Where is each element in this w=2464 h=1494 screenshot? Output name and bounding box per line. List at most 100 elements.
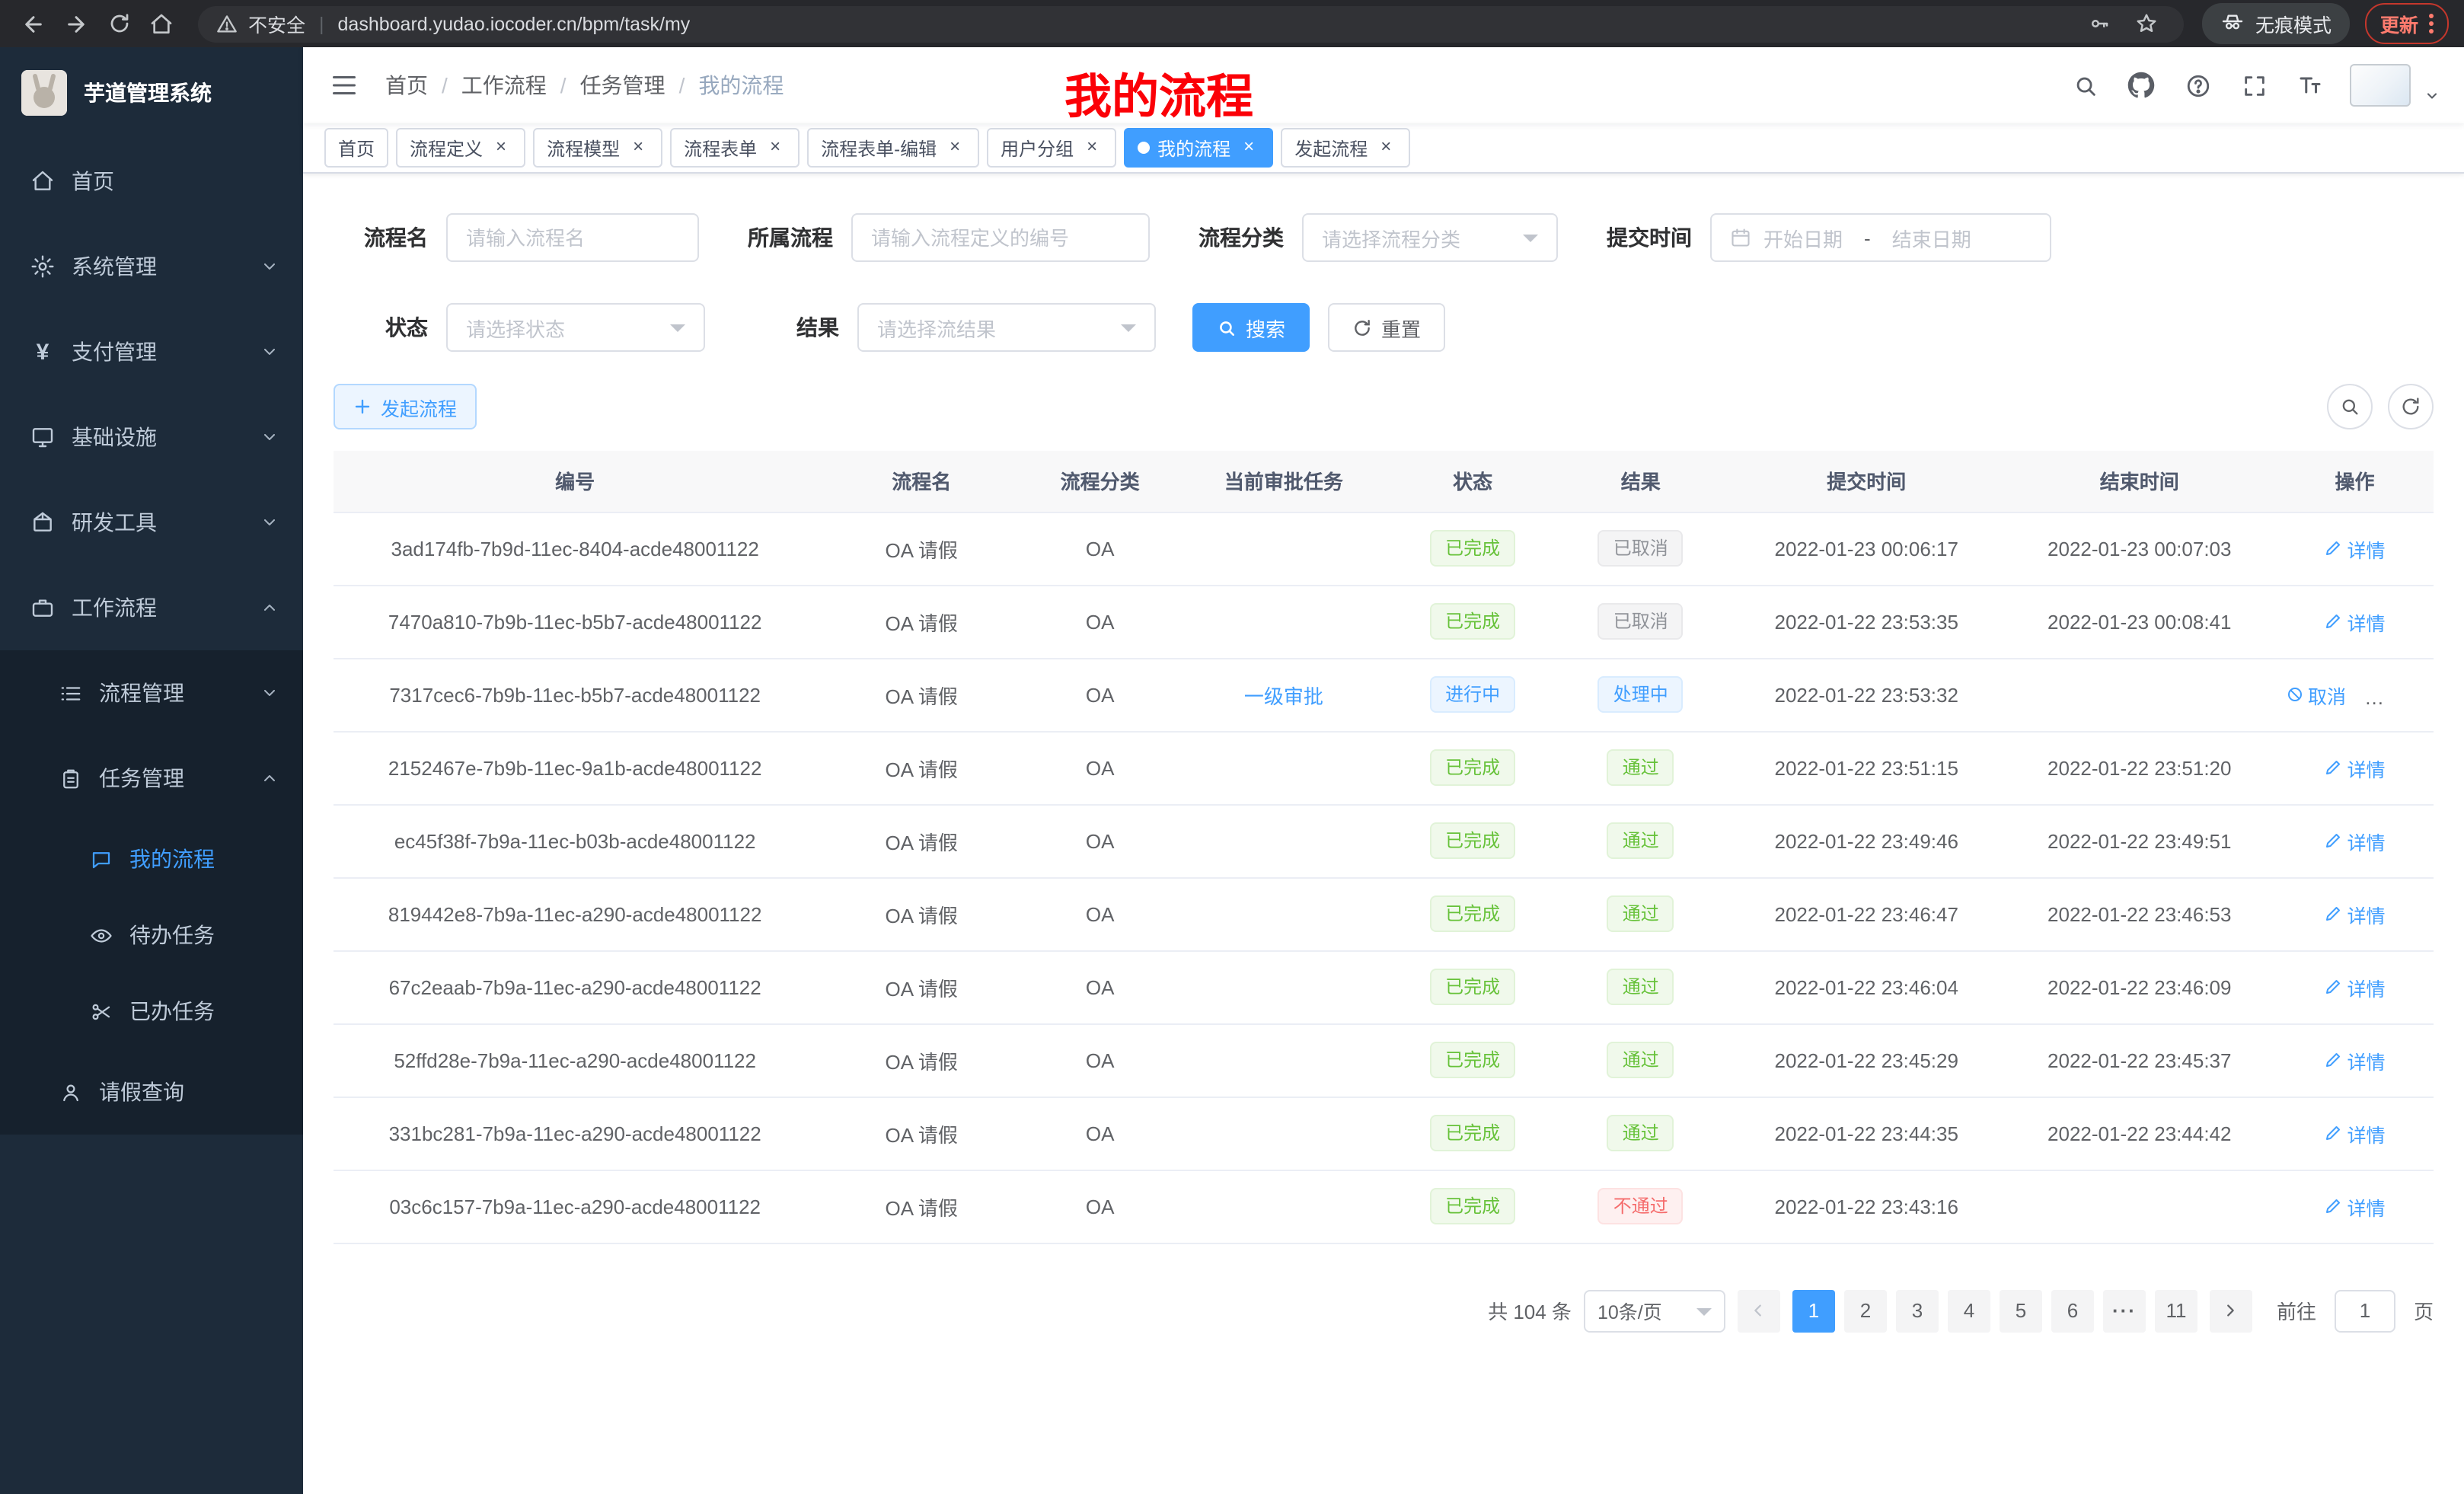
detail-action-link[interactable]: 详情 bbox=[2325, 972, 2386, 1001]
result-select[interactable]: 请选择流结果 bbox=[857, 303, 1156, 352]
toggle-search-button[interactable] bbox=[2327, 384, 2373, 429]
font-size-icon[interactable] bbox=[2293, 69, 2327, 102]
detail-action-link[interactable]: 详情 bbox=[2325, 607, 2386, 636]
tab-my-process[interactable]: 我的流程× bbox=[1124, 128, 1273, 168]
date-range-picker[interactable]: 开始日期 - 结束日期 bbox=[1710, 213, 2051, 262]
github-icon[interactable] bbox=[2124, 69, 2158, 102]
pager-page-2[interactable]: 2 bbox=[1844, 1289, 1887, 1332]
forward-icon[interactable] bbox=[58, 5, 94, 42]
reload-icon[interactable] bbox=[101, 5, 137, 42]
page-size-select[interactable]: 10条/页 bbox=[1584, 1289, 1725, 1332]
close-icon[interactable]: × bbox=[490, 137, 512, 158]
sidebar-item-infrastructure[interactable]: 基础设施 bbox=[0, 394, 303, 480]
detail-action-link[interactable]: 详情 bbox=[2325, 826, 2386, 855]
sidebar-item-task-mgmt[interactable]: 任务管理 bbox=[0, 736, 303, 821]
sidebar-item-devtools[interactable]: 研发工具 bbox=[0, 480, 303, 565]
start-process-button[interactable]: 发起流程 bbox=[334, 384, 477, 429]
table-toolbar: 发起流程 bbox=[334, 384, 2434, 429]
cell-submit-time: 2022-01-22 23:46:47 bbox=[1730, 877, 2003, 950]
caret-down-icon[interactable] bbox=[2424, 84, 2440, 108]
cell-actions: 详情 bbox=[2276, 585, 2434, 658]
browser-menu-icon[interactable] bbox=[2429, 14, 2434, 34]
app-title: 芋道管理系统 bbox=[84, 78, 212, 108]
result-badge: 已取消 bbox=[1598, 603, 1684, 640]
reset-button[interactable]: 重置 bbox=[1328, 303, 1445, 352]
close-icon[interactable]: × bbox=[944, 137, 965, 158]
sidebar-item-system[interactable]: 系统管理 bbox=[0, 224, 303, 309]
detail-action-link[interactable]: 详情 bbox=[2325, 899, 2386, 928]
pager-page-1[interactable]: 1 bbox=[1792, 1289, 1835, 1332]
back-icon[interactable] bbox=[15, 5, 52, 42]
sidebar-item-home[interactable]: 首页 bbox=[0, 139, 303, 224]
address-bar[interactable]: 不安全 | dashboard.yudao.iocoder.cn/bpm/tas… bbox=[198, 5, 2184, 42]
goto-page-input[interactable] bbox=[2335, 1289, 2395, 1332]
help-icon[interactable] bbox=[2181, 69, 2214, 102]
sidebar-item-payment[interactable]: ¥ 支付管理 bbox=[0, 309, 303, 394]
close-icon[interactable]: × bbox=[1081, 137, 1103, 158]
sidebar-item-my-process[interactable]: 我的流程 bbox=[0, 821, 303, 897]
sidebar-toggle-icon[interactable] bbox=[327, 69, 361, 102]
close-icon[interactable]: × bbox=[764, 137, 786, 158]
tab-home[interactable]: 首页 bbox=[324, 128, 388, 168]
tab-start-process[interactable]: 发起流程× bbox=[1281, 128, 1410, 168]
detail-action-link[interactable]: 详情 bbox=[2325, 1045, 2386, 1074]
search-button[interactable]: 搜索 bbox=[1192, 303, 1310, 352]
browser-chrome: 不安全 | dashboard.yudao.iocoder.cn/bpm/tas… bbox=[0, 0, 2464, 47]
fullscreen-icon[interactable] bbox=[2237, 69, 2271, 102]
app-logo[interactable]: 芋道管理系统 bbox=[0, 47, 303, 139]
pager-page-11[interactable]: 11 bbox=[2155, 1289, 2197, 1332]
pager-page-6[interactable]: 6 bbox=[2051, 1289, 2094, 1332]
tab-process-form-edit[interactable]: 流程表单-编辑× bbox=[807, 128, 979, 168]
pager-page-5[interactable]: 5 bbox=[2000, 1289, 2042, 1332]
filter-row-1: 流程名 所属流程 流程分类 请选择流程分类 bbox=[334, 213, 2434, 262]
breadcrumb-home[interactable]: 首页 bbox=[385, 70, 428, 101]
detail-action-link[interactable]: 详情 bbox=[2325, 1119, 2386, 1148]
category-select[interactable]: 请选择流程分类 bbox=[1302, 213, 1558, 262]
cell-category: OA bbox=[1026, 804, 1173, 877]
cell-current-task bbox=[1173, 950, 1394, 1023]
breadcrumb-workflow[interactable]: 工作流程 bbox=[461, 70, 547, 101]
breadcrumb-separator: / bbox=[679, 73, 685, 97]
process-table-body: 3ad174fb-7b9d-11ec-8404-acde48001122OA 请… bbox=[334, 512, 2434, 1243]
search-icon bbox=[1217, 318, 1237, 337]
tab-process-model[interactable]: 流程模型× bbox=[533, 128, 662, 168]
security-label[interactable]: 不安全 bbox=[248, 9, 305, 38]
current-task-link[interactable]: 一级审批 bbox=[1244, 685, 1323, 707]
eye-icon bbox=[88, 923, 113, 947]
search-icon[interactable] bbox=[2068, 69, 2102, 102]
cancel-action-link[interactable]: 取消 bbox=[2285, 680, 2346, 709]
update-button[interactable]: 更新 bbox=[2365, 3, 2449, 44]
url-text[interactable]: dashboard.yudao.iocoder.cn/bpm/task/my bbox=[338, 13, 691, 34]
sidebar-item-leave-query[interactable]: 请假查询 bbox=[0, 1049, 303, 1135]
close-icon[interactable]: × bbox=[1238, 137, 1259, 158]
prev-page-button[interactable] bbox=[1738, 1289, 1780, 1332]
close-icon[interactable]: × bbox=[627, 137, 649, 158]
tab-process-definition[interactable]: 流程定义× bbox=[396, 128, 525, 168]
refresh-table-button[interactable] bbox=[2388, 384, 2434, 429]
detail-action-link[interactable]: 详情 bbox=[2325, 534, 2386, 563]
process-name-input[interactable] bbox=[446, 213, 699, 262]
cell-result: 通过 bbox=[1552, 731, 1730, 804]
col-process-name: 流程名 bbox=[816, 451, 1026, 512]
cell-submit-time: 2022-01-22 23:51:15 bbox=[1730, 731, 2003, 804]
detail-action-link[interactable]: 详情 bbox=[2325, 1192, 2386, 1221]
breadcrumb-task-mgmt[interactable]: 任务管理 bbox=[580, 70, 665, 101]
pager-page-4[interactable]: 4 bbox=[1948, 1289, 1990, 1332]
pager-page-3[interactable]: 3 bbox=[1896, 1289, 1939, 1332]
sidebar-item-workflow[interactable]: 工作流程 bbox=[0, 565, 303, 650]
bookmark-star-icon[interactable] bbox=[2129, 5, 2166, 42]
sidebar-item-done-task[interactable]: 已办任务 bbox=[0, 973, 303, 1049]
tab-user-group[interactable]: 用户分组× bbox=[987, 128, 1116, 168]
next-page-button[interactable] bbox=[2210, 1289, 2252, 1332]
avatar[interactable] bbox=[2350, 64, 2411, 107]
home-icon[interactable] bbox=[143, 5, 180, 42]
key-icon[interactable] bbox=[2082, 5, 2118, 42]
process-definition-input[interactable] bbox=[851, 213, 1150, 262]
sidebar-item-process-mgmt[interactable]: 流程管理 bbox=[0, 650, 303, 736]
tab-process-form[interactable]: 流程表单× bbox=[670, 128, 800, 168]
sidebar-item-todo-task[interactable]: 待办任务 bbox=[0, 897, 303, 973]
status-select[interactable]: 请选择状态 bbox=[446, 303, 705, 352]
detail-action-link[interactable]: 详情 bbox=[2325, 753, 2386, 782]
pager-ellipsis[interactable]: ··· bbox=[2103, 1289, 2146, 1332]
close-icon[interactable]: × bbox=[1375, 137, 1396, 158]
